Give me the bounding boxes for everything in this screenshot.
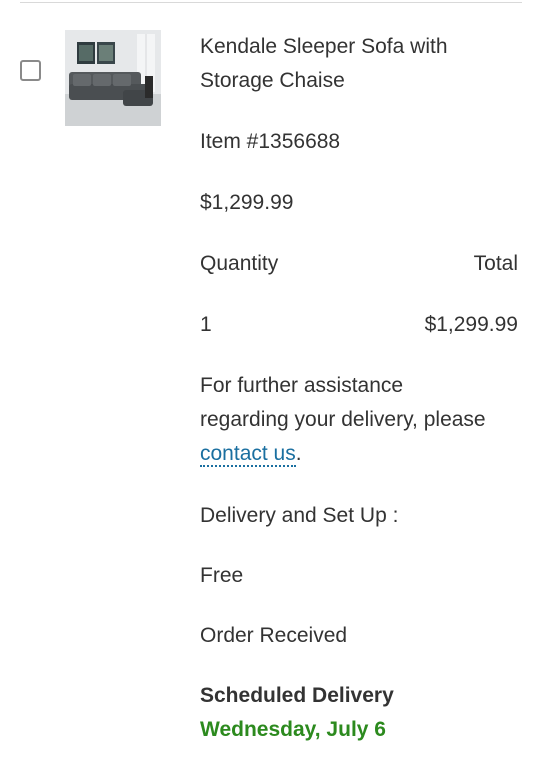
delivery-assistance-text: For further assistance regarding your de… <box>200 369 520 471</box>
product-image[interactable] <box>65 30 161 126</box>
sectional-sofa-icon <box>65 30 161 126</box>
contact-us-link[interactable]: contact us <box>200 442 296 467</box>
assistance-suffix: . <box>295 442 302 465</box>
delivery-fee: Free <box>200 564 244 587</box>
select-item-checkbox[interactable] <box>20 60 41 81</box>
assistance-line2: regarding your delivery, please <box>200 408 486 431</box>
total-value: $1,299.99 <box>424 313 518 336</box>
item-number: Item #1356688 <box>200 130 341 153</box>
quantity-value: 1 <box>200 313 212 336</box>
total-label: Total <box>473 252 518 275</box>
product-name-link[interactable]: Kendale Sleeper Sofa with Storage Chaise <box>200 30 520 98</box>
product-name-line1: Kendale Sleeper Sofa with <box>200 35 448 58</box>
order-status: Order Received <box>200 624 348 647</box>
assistance-line1: For further assistance <box>200 374 404 397</box>
scheduled-delivery-date: Wednesday, July 6 <box>200 718 386 741</box>
unit-price: $1,299.99 <box>200 191 294 214</box>
quantity-label: Quantity <box>200 252 279 275</box>
top-divider <box>20 2 522 3</box>
assistance-line3: contact us. <box>200 437 520 471</box>
delivery-setup-label: Delivery and Set Up : <box>200 504 399 527</box>
scheduled-delivery-title: Scheduled Delivery <box>200 684 394 707</box>
product-name-line2: Storage Chaise <box>200 69 345 92</box>
